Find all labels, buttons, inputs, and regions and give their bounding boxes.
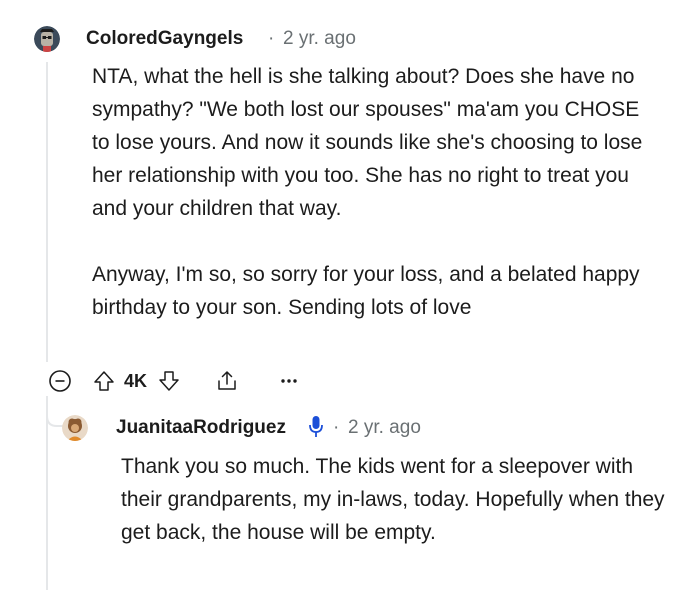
avatar[interactable] (34, 26, 60, 52)
comment-action-bar: 4K (48, 364, 301, 398)
downvote-icon[interactable] (157, 369, 181, 393)
comment-separator: · (268, 28, 275, 49)
comment-paragraph: Anyway, I'm so, so sorry for your loss, … (92, 263, 640, 319)
collapse-icon[interactable] (48, 369, 72, 393)
more-options-icon[interactable] (277, 369, 301, 393)
upvote-icon[interactable] (92, 369, 116, 393)
vote-count: 4K (124, 370, 148, 391)
reply-username[interactable]: JuanitaaRodriguez (116, 417, 286, 439)
reply-paragraph: Thank you so much. The kids went for a s… (121, 455, 665, 544)
comment-paragraph: NTA, what the hell is she talking about?… (92, 65, 643, 220)
comment-body: NTA, what the hell is she talking about?… (92, 60, 662, 324)
comment-timestamp[interactable]: 2 yr. ago (283, 28, 356, 50)
reply-body: Thank you so much. The kids went for a s… (121, 450, 666, 549)
comment-username[interactable]: ColoredGayngels (86, 28, 243, 50)
thread-line-main (46, 62, 48, 362)
avatar[interactable] (62, 415, 88, 441)
share-icon[interactable] (215, 369, 239, 393)
reply-separator: · (333, 417, 340, 438)
reply-timestamp[interactable]: 2 yr. ago (348, 417, 421, 439)
microphone-icon (308, 415, 324, 439)
